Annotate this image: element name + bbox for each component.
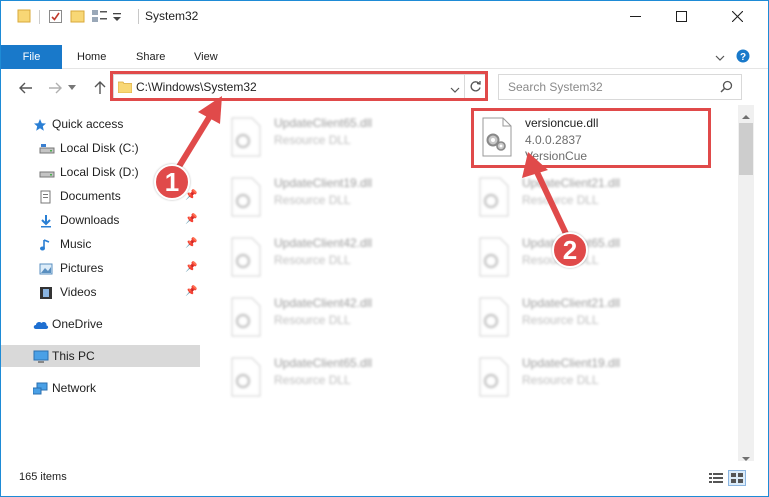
step-badge-1: 1 bbox=[154, 164, 190, 200]
arrow-2-shaft bbox=[533, 168, 571, 240]
annotation-arrows bbox=[169, 96, 571, 240]
step-badge-2: 2 bbox=[552, 232, 588, 268]
